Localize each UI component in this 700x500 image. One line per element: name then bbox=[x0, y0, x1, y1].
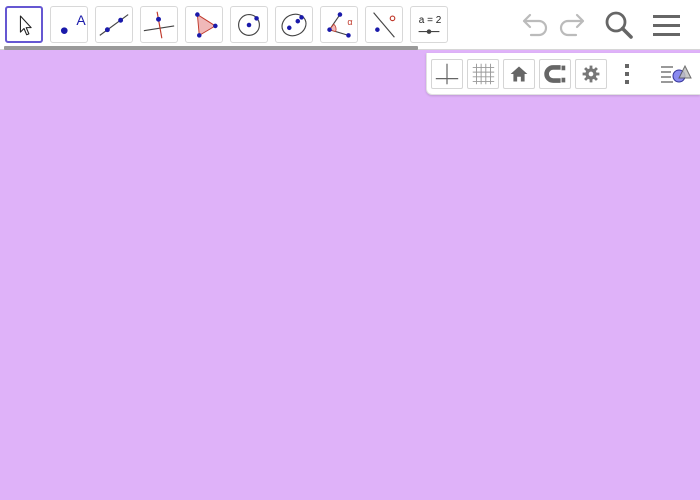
gear-icon bbox=[582, 65, 600, 83]
main-menu-button[interactable] bbox=[650, 9, 682, 41]
graphics-style-bar bbox=[426, 53, 700, 95]
toggle-grid-button[interactable] bbox=[467, 59, 499, 89]
line-tool-button[interactable] bbox=[95, 6, 133, 43]
line-through-two-points-icon bbox=[99, 14, 129, 36]
home-icon bbox=[510, 66, 528, 82]
magnet-icon bbox=[544, 65, 566, 83]
circle-tool-button[interactable] bbox=[230, 6, 268, 43]
undo-button[interactable] bbox=[519, 9, 551, 41]
ellipse-tool-button[interactable] bbox=[275, 6, 313, 43]
hamburger-menu-icon bbox=[653, 15, 680, 36]
ellipse-icon bbox=[281, 13, 307, 37]
standard-view-button[interactable] bbox=[503, 59, 535, 89]
toggle-axes-button[interactable] bbox=[431, 59, 463, 89]
vertical-dots-icon bbox=[625, 64, 629, 84]
axes-icon bbox=[435, 63, 459, 85]
redo-button[interactable] bbox=[556, 9, 588, 41]
search-button[interactable] bbox=[603, 9, 635, 41]
reflect-tool-button[interactable] bbox=[365, 6, 403, 43]
reflect-about-line-icon bbox=[373, 12, 396, 38]
grid-icon bbox=[472, 63, 495, 85]
style-bar-toggle-icon bbox=[661, 64, 692, 83]
perpendicular-line-tool-button[interactable] bbox=[140, 6, 178, 43]
more-options-button[interactable] bbox=[617, 59, 637, 89]
toggle-style-bar-button[interactable] bbox=[659, 59, 695, 89]
point-capturing-button[interactable] bbox=[539, 59, 571, 89]
point-tool-button[interactable]: A bbox=[50, 6, 88, 43]
slider-tool-button[interactable]: a = 2 bbox=[410, 6, 448, 43]
slider-icon bbox=[418, 29, 440, 34]
angle-label-text: α bbox=[347, 17, 353, 27]
angle-tool-button[interactable]: α bbox=[320, 6, 358, 43]
perpendicular-line-icon bbox=[143, 11, 175, 39]
move-tool-button[interactable] bbox=[5, 6, 43, 43]
search-icon bbox=[605, 11, 633, 39]
polygon-icon bbox=[195, 12, 218, 38]
graphics-view-canvas[interactable] bbox=[0, 50, 700, 500]
graphics-settings-button[interactable] bbox=[575, 59, 607, 89]
undo-icon bbox=[522, 13, 548, 37]
main-toolbar: A α a = 2 bbox=[0, 0, 700, 50]
circle-with-center-icon bbox=[238, 14, 260, 36]
polygon-tool-button[interactable] bbox=[185, 6, 223, 43]
redo-icon bbox=[559, 13, 585, 37]
arrow-cursor-icon bbox=[19, 15, 32, 36]
